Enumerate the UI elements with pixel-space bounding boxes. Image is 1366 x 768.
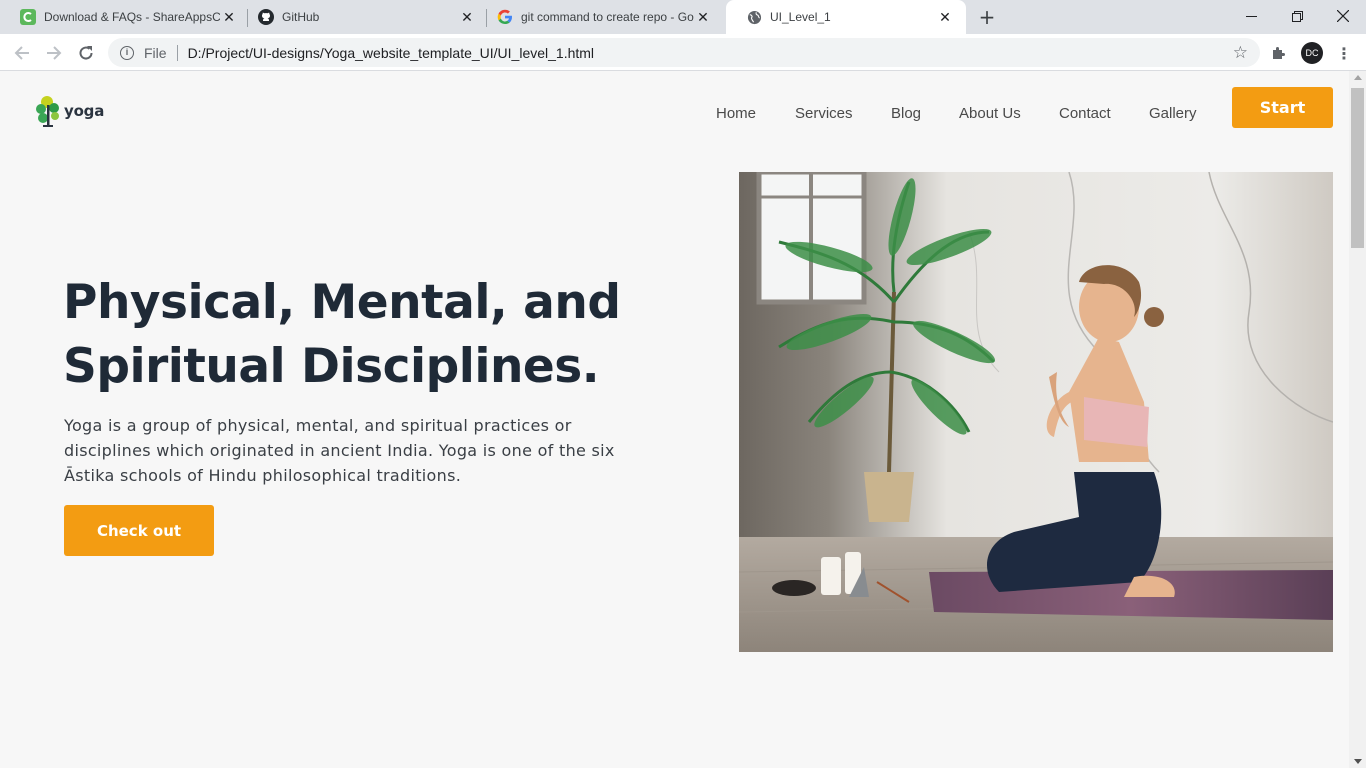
back-button[interactable]: [8, 39, 36, 67]
close-window-button[interactable]: [1320, 0, 1366, 32]
nav-about-us[interactable]: About Us: [959, 105, 1021, 122]
page-scrollbar[interactable]: [1349, 71, 1366, 768]
reload-icon: [79, 46, 93, 60]
tab-title: Download & FAQs - ShareAppsC: [44, 10, 220, 24]
divider: [176, 44, 178, 61]
scroll-up-icon[interactable]: [1354, 75, 1362, 80]
google-icon: [497, 9, 513, 25]
close-icon[interactable]: ✕: [458, 8, 476, 26]
close-icon[interactable]: ✕: [220, 8, 238, 26]
hero-title: Physical, Mental, and Spiritual Discipli…: [63, 275, 621, 394]
close-icon[interactable]: ✕: [694, 8, 712, 26]
arrow-right-icon: [47, 46, 62, 60]
nav-services[interactable]: Services: [795, 105, 853, 122]
tab-title: git command to create repo - Go: [521, 10, 694, 24]
tab-google-search[interactable]: git command to create repo - Go ✕: [477, 0, 724, 34]
profile-avatar[interactable]: DC: [1301, 42, 1323, 64]
hero-description: Yoga is a group of physical, mental, and…: [64, 416, 615, 485]
hero-yoga-photo: [739, 172, 1333, 652]
nav-contact[interactable]: Contact: [1059, 105, 1111, 122]
info-icon[interactable]: i: [120, 45, 134, 60]
logo-text: yoga: [64, 102, 105, 120]
nav-home[interactable]: Home: [716, 105, 756, 122]
url-text[interactable]: D:/Project/UI-designs/Yoga_website_templ…: [188, 45, 1233, 61]
tab-ui-level-1[interactable]: UI_Level_1 ✕: [726, 0, 966, 34]
menu-icon[interactable]: ⋮: [1334, 42, 1354, 64]
globe-icon: [746, 9, 762, 25]
restore-button[interactable]: [1274, 0, 1320, 32]
nav-gallery[interactable]: Gallery: [1149, 105, 1197, 122]
tab-title: UI_Level_1: [770, 10, 831, 24]
tab-title: GitHub: [282, 10, 320, 24]
minimize-button[interactable]: [1228, 0, 1274, 32]
tab-github[interactable]: GitHub ✕: [238, 0, 488, 34]
tab-strip: Download & FAQs - ShareAppsC ✕ GitHub ✕ …: [0, 0, 1366, 34]
extensions-icon[interactable]: [1268, 42, 1290, 64]
reload-button[interactable]: [72, 39, 100, 67]
shareapps-icon: [20, 9, 36, 25]
check-out-button[interactable]: Check out: [64, 505, 214, 556]
github-icon: [258, 9, 274, 25]
forward-button[interactable]: [40, 39, 68, 67]
bookmark-star-icon[interactable]: ☆: [1233, 43, 1248, 63]
logo[interactable]: yoga: [35, 94, 104, 128]
page-viewport: yoga Home Services Blog About Us Contact…: [0, 71, 1349, 768]
close-icon[interactable]: ✕: [936, 8, 954, 26]
address-bar[interactable]: i File D:/Project/UI-designs/Yoga_websit…: [108, 38, 1260, 67]
scroll-down-icon[interactable]: [1354, 759, 1362, 764]
start-button[interactable]: Start: [1232, 87, 1333, 128]
tab-shareapps[interactable]: Download & FAQs - ShareAppsC ✕: [0, 0, 250, 34]
browser-toolbar: i File D:/Project/UI-designs/Yoga_websit…: [0, 34, 1366, 71]
arrow-left-icon: [14, 46, 29, 60]
tree-logo-icon: [36, 96, 59, 127]
scroll-thumb[interactable]: [1351, 88, 1364, 248]
scheme-label: File: [144, 44, 167, 61]
new-tab-button[interactable]: +: [976, 5, 998, 29]
nav-blog[interactable]: Blog: [891, 105, 921, 122]
